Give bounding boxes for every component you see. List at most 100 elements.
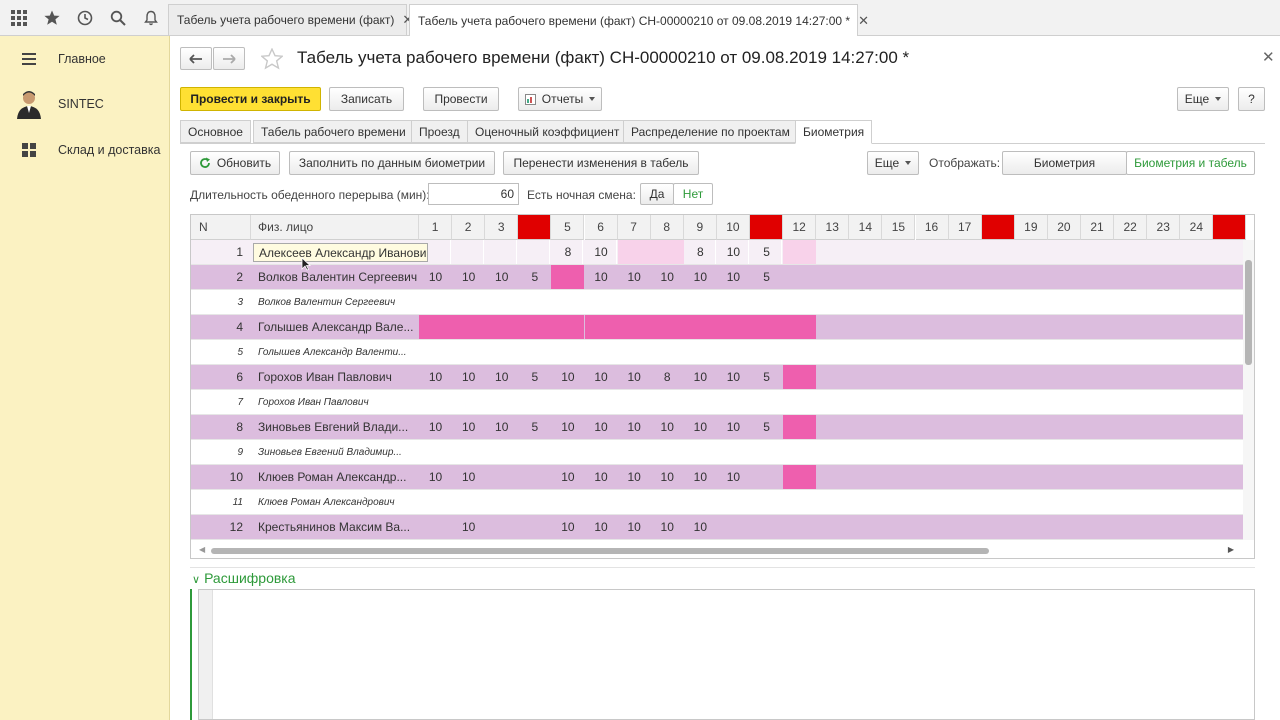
day-value[interactable]: 5: [518, 415, 551, 439]
day-value[interactable]: 10: [419, 265, 452, 289]
tab-coefficient[interactable]: Оценочный коэффициент: [467, 120, 628, 143]
column-header-day[interactable]: 6: [584, 215, 618, 240]
column-header-day[interactable]: 3: [485, 215, 519, 240]
day-value[interactable]: 10: [452, 265, 485, 289]
day-value[interactable]: 10: [618, 415, 651, 439]
post-button[interactable]: Провести: [423, 87, 499, 111]
save-button[interactable]: Записать: [329, 87, 404, 111]
table-row[interactable]: 10 Клюев Роман Александр... 10 10 10 10 10 10 10…: [191, 465, 1243, 490]
tab-biometrics[interactable]: Биометрия: [795, 120, 873, 144]
tab-projects[interactable]: Распределение по проектам: [623, 120, 798, 143]
favorite-star-icon[interactable]: [260, 47, 284, 73]
column-header-person[interactable]: Физ. лицо: [251, 215, 419, 240]
day-value[interactable]: 10: [585, 415, 618, 439]
day-value[interactable]: 10: [684, 515, 717, 539]
day-value[interactable]: 10: [684, 465, 717, 489]
table-subrow[interactable]: 7 Горохов Иван Павлович: [191, 390, 1243, 415]
day-value[interactable]: 10: [684, 415, 717, 439]
day-value[interactable]: 10: [551, 515, 584, 539]
column-header-day[interactable]: 8: [650, 215, 684, 240]
column-header-day[interactable]: 24: [1180, 215, 1214, 240]
column-header-day[interactable]: 15: [882, 215, 916, 240]
column-header-day[interactable]: 19: [1014, 215, 1048, 240]
day-value[interactable]: 10: [419, 365, 452, 389]
day-value[interactable]: 5: [750, 240, 783, 264]
tab-timesheet[interactable]: Табель рабочего времени: [253, 120, 414, 143]
day-value[interactable]: 10: [419, 415, 452, 439]
table-row[interactable]: 1 Алексеев Александр Иванович 8 10 8 10 5: [191, 240, 1243, 265]
day-value[interactable]: 10: [485, 365, 518, 389]
tab-timesheet-document[interactable]: Табель учета рабочего времени (факт) СН-…: [409, 4, 869, 36]
tab-timesheet-list[interactable]: Табель учета рабочего времени (факт) ✕: [168, 4, 413, 35]
day-value[interactable]: 10: [618, 265, 651, 289]
fill-from-biometrics-button[interactable]: Заполнить по данным биометрии: [289, 151, 495, 175]
column-header-day[interactable]: 1: [419, 215, 453, 240]
table-subrow[interactable]: 11 Клюев Роман Александрович: [191, 490, 1243, 515]
day-value[interactable]: 10: [585, 515, 618, 539]
search-icon[interactable]: [101, 0, 134, 36]
sidebar-item-warehouse[interactable]: Склад и доставка: [0, 130, 170, 170]
column-header-day[interactable]: 12: [783, 215, 817, 240]
day-value[interactable]: 10: [717, 265, 750, 289]
day-value[interactable]: 10: [585, 240, 618, 264]
day-value[interactable]: 10: [585, 465, 618, 489]
day-value[interactable]: 10: [585, 265, 618, 289]
lunch-duration-input[interactable]: 60: [428, 183, 519, 205]
close-icon[interactable]: ✕: [1262, 48, 1275, 66]
column-header-day[interactable]: 11: [750, 215, 784, 240]
favorites-star-icon[interactable]: [35, 0, 68, 36]
more-menu-button[interactable]: Еще: [1177, 87, 1229, 111]
forward-button[interactable]: [213, 47, 245, 70]
column-header-day[interactable]: 14: [849, 215, 883, 240]
vertical-scrollbar[interactable]: [1243, 240, 1254, 540]
column-header-day[interactable]: 25: [1213, 215, 1247, 240]
day-value[interactable]: 10: [651, 515, 684, 539]
column-header-day[interactable]: 2: [452, 215, 486, 240]
night-shift-no-toggle[interactable]: Нет: [673, 183, 713, 205]
refresh-button[interactable]: Обновить: [190, 151, 280, 175]
day-value[interactable]: 10: [485, 265, 518, 289]
scroll-left-icon[interactable]: ◀: [199, 545, 205, 554]
table-subrow[interactable]: 9 Зиновьев Евгений Владимир...: [191, 440, 1243, 465]
close-tab-icon[interactable]: ✕: [858, 13, 869, 29]
day-value[interactable]: 10: [717, 240, 750, 264]
day-value[interactable]: 10: [551, 415, 584, 439]
table-row[interactable]: 2 Волков Валентин Сергеевич 10 10 10 5 10 10 10 1…: [191, 265, 1243, 290]
column-header-n[interactable]: N: [191, 215, 251, 240]
day-value[interactable]: 10: [717, 465, 750, 489]
day-value[interactable]: 10: [651, 465, 684, 489]
person-edit-field[interactable]: Алексеев Александр Иванович: [253, 243, 428, 262]
day-value[interactable]: 10: [717, 365, 750, 389]
table-row[interactable]: 12 Крестьянинов Максим Ва... 10 10 10 10 10 10: [191, 515, 1243, 540]
column-header-day[interactable]: 16: [915, 215, 949, 240]
tab-main[interactable]: Основное: [180, 120, 251, 143]
history-icon[interactable]: [68, 0, 101, 36]
scrollbar-thumb[interactable]: [1245, 260, 1252, 365]
grid-more-button[interactable]: Еще: [867, 151, 919, 175]
column-header-day[interactable]: 20: [1047, 215, 1081, 240]
notifications-bell-icon[interactable]: [134, 0, 167, 36]
table-subrow[interactable]: 3 Волков Валентин Сергеевич: [191, 290, 1243, 315]
day-value[interactable]: 10: [485, 415, 518, 439]
day-value[interactable]: 10: [618, 515, 651, 539]
decode-field[interactable]: [198, 589, 1255, 720]
apps-grid-icon[interactable]: [2, 0, 35, 36]
column-header-day[interactable]: 10: [716, 215, 750, 240]
day-value[interactable]: 10: [684, 365, 717, 389]
post-and-close-button[interactable]: Провести и закрыть: [180, 87, 321, 111]
column-header-day[interactable]: 7: [617, 215, 651, 240]
day-value[interactable]: 10: [452, 515, 485, 539]
day-value[interactable]: 10: [452, 415, 485, 439]
decode-section-header[interactable]: ∨ Расшифровка: [192, 570, 296, 586]
column-header-day[interactable]: 21: [1081, 215, 1115, 240]
day-value[interactable]: 10: [684, 265, 717, 289]
column-header-day[interactable]: 18: [981, 215, 1015, 240]
table-subrow[interactable]: 5 Голышев Александр Валенти...: [191, 340, 1243, 365]
night-shift-yes-toggle[interactable]: Да: [640, 183, 674, 205]
column-header-day[interactable]: 4: [518, 215, 552, 240]
day-value[interactable]: 5: [518, 265, 551, 289]
table-row[interactable]: 6 Горохов Иван Павлович 10 10 10 5 10 10 10 8 10 10…: [191, 365, 1243, 390]
table-row[interactable]: 4 Голышев Александр Вале...: [191, 315, 1243, 340]
day-value[interactable]: 10: [585, 365, 618, 389]
day-value[interactable]: 5: [750, 415, 783, 439]
